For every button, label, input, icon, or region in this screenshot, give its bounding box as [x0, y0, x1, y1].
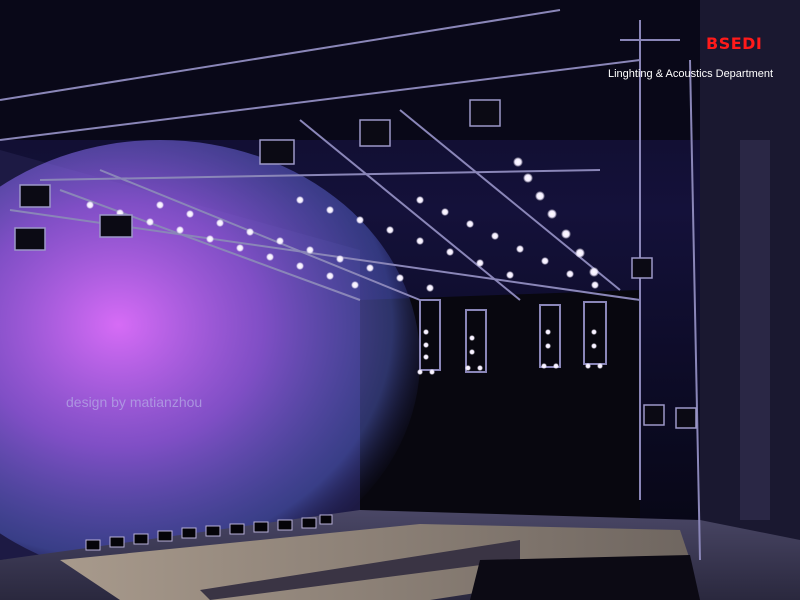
stage-illustration	[0, 0, 800, 600]
right-column	[740, 140, 770, 520]
runway-pit	[470, 555, 700, 600]
brand-logo: BSEDI	[706, 34, 763, 53]
stage-render: BSEDI Linghting & Acoustics Department d…	[0, 0, 800, 600]
designer-credit: design by matianzhou	[66, 394, 203, 410]
department-label: Linghting & Acoustics Department	[608, 68, 774, 80]
